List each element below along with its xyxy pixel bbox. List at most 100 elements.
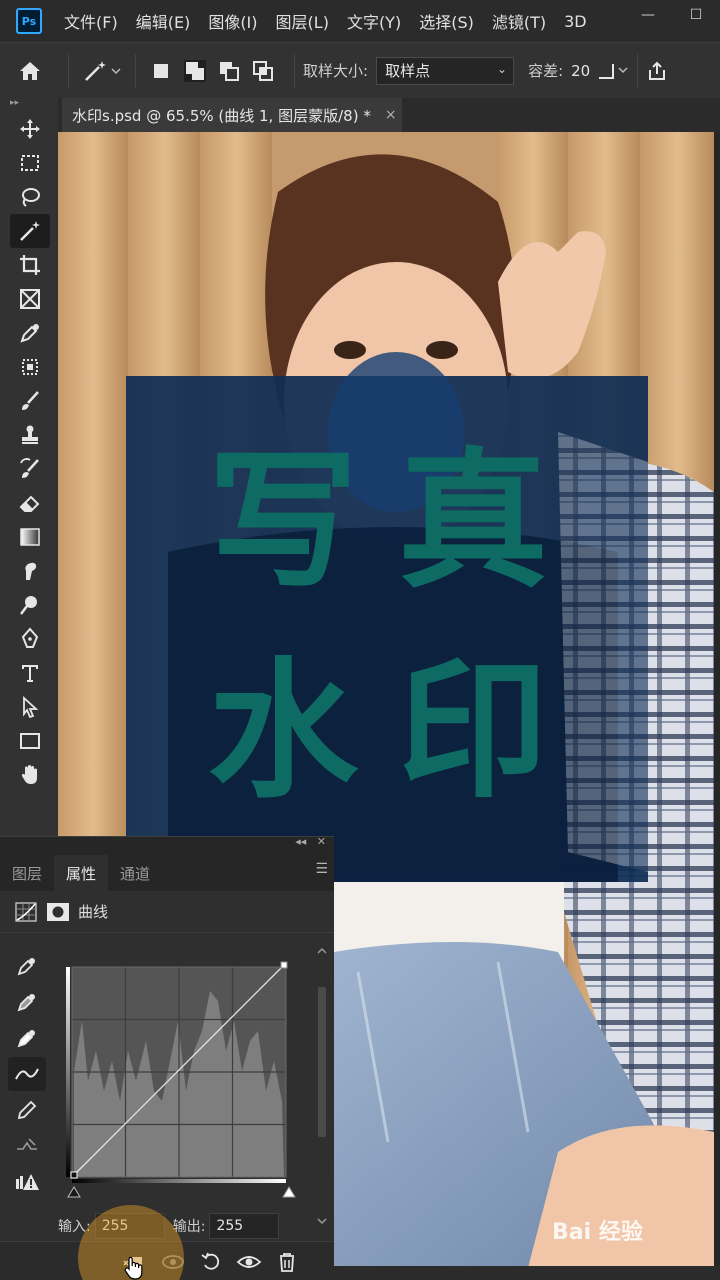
tool-preset-picker[interactable] [77,43,127,99]
eraser-tool[interactable] [10,486,50,520]
toolbar-collapse-icon[interactable]: ▸▸ [0,98,58,112]
layer-mask-icon[interactable] [46,901,70,923]
warning-icon [16,1174,39,1190]
eyedropper-icon [17,1030,35,1048]
brush-tool[interactable] [10,384,50,418]
output-value: 255 [216,1218,244,1234]
smudge-tool[interactable] [10,554,50,588]
add-selection-button[interactable] [184,59,206,82]
healing-brush-tool[interactable] [10,350,50,384]
draw-curve-button[interactable] [8,1093,46,1127]
hand-tool[interactable] [10,758,50,792]
menu-file[interactable]: 文件(F) [64,9,118,33]
path-selection-icon [23,695,39,719]
panel-menu-icon[interactable]: ☰ [315,861,328,877]
panel-tabs: 图层 属性 通道 ☰ [0,851,334,891]
menu-select[interactable]: 选择(S) [419,9,474,33]
marquee-tool[interactable] [10,146,50,180]
lasso-icon [22,188,40,207]
menu-image[interactable]: 图像(I) [208,9,257,33]
intersect-selection-button[interactable] [252,60,274,82]
menu-layer[interactable]: 图层(L) [276,9,329,33]
subtract-selection-button[interactable] [218,60,240,82]
hand-cursor-icon [124,1256,143,1280]
pen-icon [21,627,39,648]
edit-points-button[interactable] [8,1057,46,1091]
delete-button[interactable] [272,1248,302,1276]
curve-points-icon [15,1068,39,1080]
trash-icon [280,1253,294,1272]
new-selection-icon [154,63,168,78]
smooth-curve-icon [17,1138,37,1150]
tolerance-label: 容差: [528,62,564,80]
clipping-warning-button[interactable] [8,1165,46,1199]
new-selection-button[interactable] [150,60,172,82]
menu-filter[interactable]: 滤镜(T) [492,9,546,33]
separator [68,53,69,88]
panel-vertical-scrollbar[interactable] [316,945,328,1227]
pencil-icon [17,1100,37,1120]
curves-label: 曲线 [78,903,109,921]
tolerance-slider-icon[interactable] [595,60,629,82]
magic-wand-tool[interactable] [10,214,50,248]
type-tool[interactable] [10,656,50,690]
eraser-icon [19,495,40,512]
history-brush-tool[interactable] [10,452,50,486]
frame-tool[interactable] [10,282,50,316]
crop-icon [20,255,40,275]
separator [135,53,136,88]
canvas-horizontal-scrollbar[interactable] [334,1266,720,1280]
menu-bar: Ps 文件(F) 编辑(E) 图像(I) 图层(L) 文字(Y) 选择(S) 滤… [0,0,720,42]
eyedropper-tool[interactable] [10,316,50,350]
rectangle-tool[interactable] [10,724,50,758]
healing-brush-icon [22,359,38,375]
gradient-icon [20,528,40,546]
separator [294,53,295,88]
clone-stamp-tool[interactable] [10,418,50,452]
panel-collapse-close[interactable]: ◂◂ ✕ [295,835,326,848]
eyedropper-icon [20,324,39,343]
document-tab[interactable]: 水印s.psd @ 65.5% (曲线 1, 图层蒙版/8) * × [62,98,402,132]
minimize-button[interactable]: — [624,0,672,30]
tolerance-input[interactable]: 20 [571,62,595,80]
type-icon [22,665,38,682]
move-tool[interactable] [10,112,50,146]
menu-3d[interactable]: 3D [564,12,587,31]
pen-tool[interactable] [10,622,50,656]
curve-graph[interactable] [66,961,292,1183]
crop-tool[interactable] [10,248,50,282]
sample-size-label: 取样大小: [303,62,369,80]
menu-type[interactable]: 文字(Y) [347,9,401,33]
output-value-field[interactable]: 255 [209,1213,280,1239]
path-selection-tool[interactable] [10,690,50,724]
gradient-tool[interactable] [10,520,50,554]
restore-button[interactable]: ☐ [672,0,720,30]
smooth-curve-button[interactable] [8,1129,46,1163]
photoshop-logo: Ps [16,8,42,34]
menu-edit[interactable]: 编辑(E) [136,9,191,33]
collapse-icon[interactable]: ◂◂ [295,835,306,848]
tab-properties[interactable]: 属性 [54,855,109,891]
reset-icon [201,1252,220,1270]
sample-black-point-button[interactable] [8,949,46,983]
subtract-selection-icon [220,61,239,81]
hand-icon [21,765,37,784]
close-icon[interactable]: × [385,107,397,123]
dodge-icon [20,596,37,615]
sample-size-select[interactable]: 取样点 ⌄ [376,56,515,85]
input-range-sliders[interactable] [66,1185,300,1199]
toggle-visibility-button[interactable] [234,1248,264,1276]
dodge-tool[interactable] [10,588,50,622]
sample-white-point-button[interactable] [8,1021,46,1055]
sample-gray-point-button[interactable] [8,985,46,1019]
panel-title-row: 曲线 [0,891,334,933]
tab-layers[interactable]: 图层 [0,855,54,891]
close-icon[interactable]: ✕ [317,835,326,848]
watermark-line-2: 水印 [208,645,589,819]
share-icon[interactable] [646,60,668,82]
home-button[interactable] [0,43,60,99]
reset-button[interactable] [196,1248,226,1276]
curves-adjustment-icon[interactable] [14,901,38,923]
lasso-tool[interactable] [10,180,50,214]
tab-channels[interactable]: 通道 [108,855,162,891]
